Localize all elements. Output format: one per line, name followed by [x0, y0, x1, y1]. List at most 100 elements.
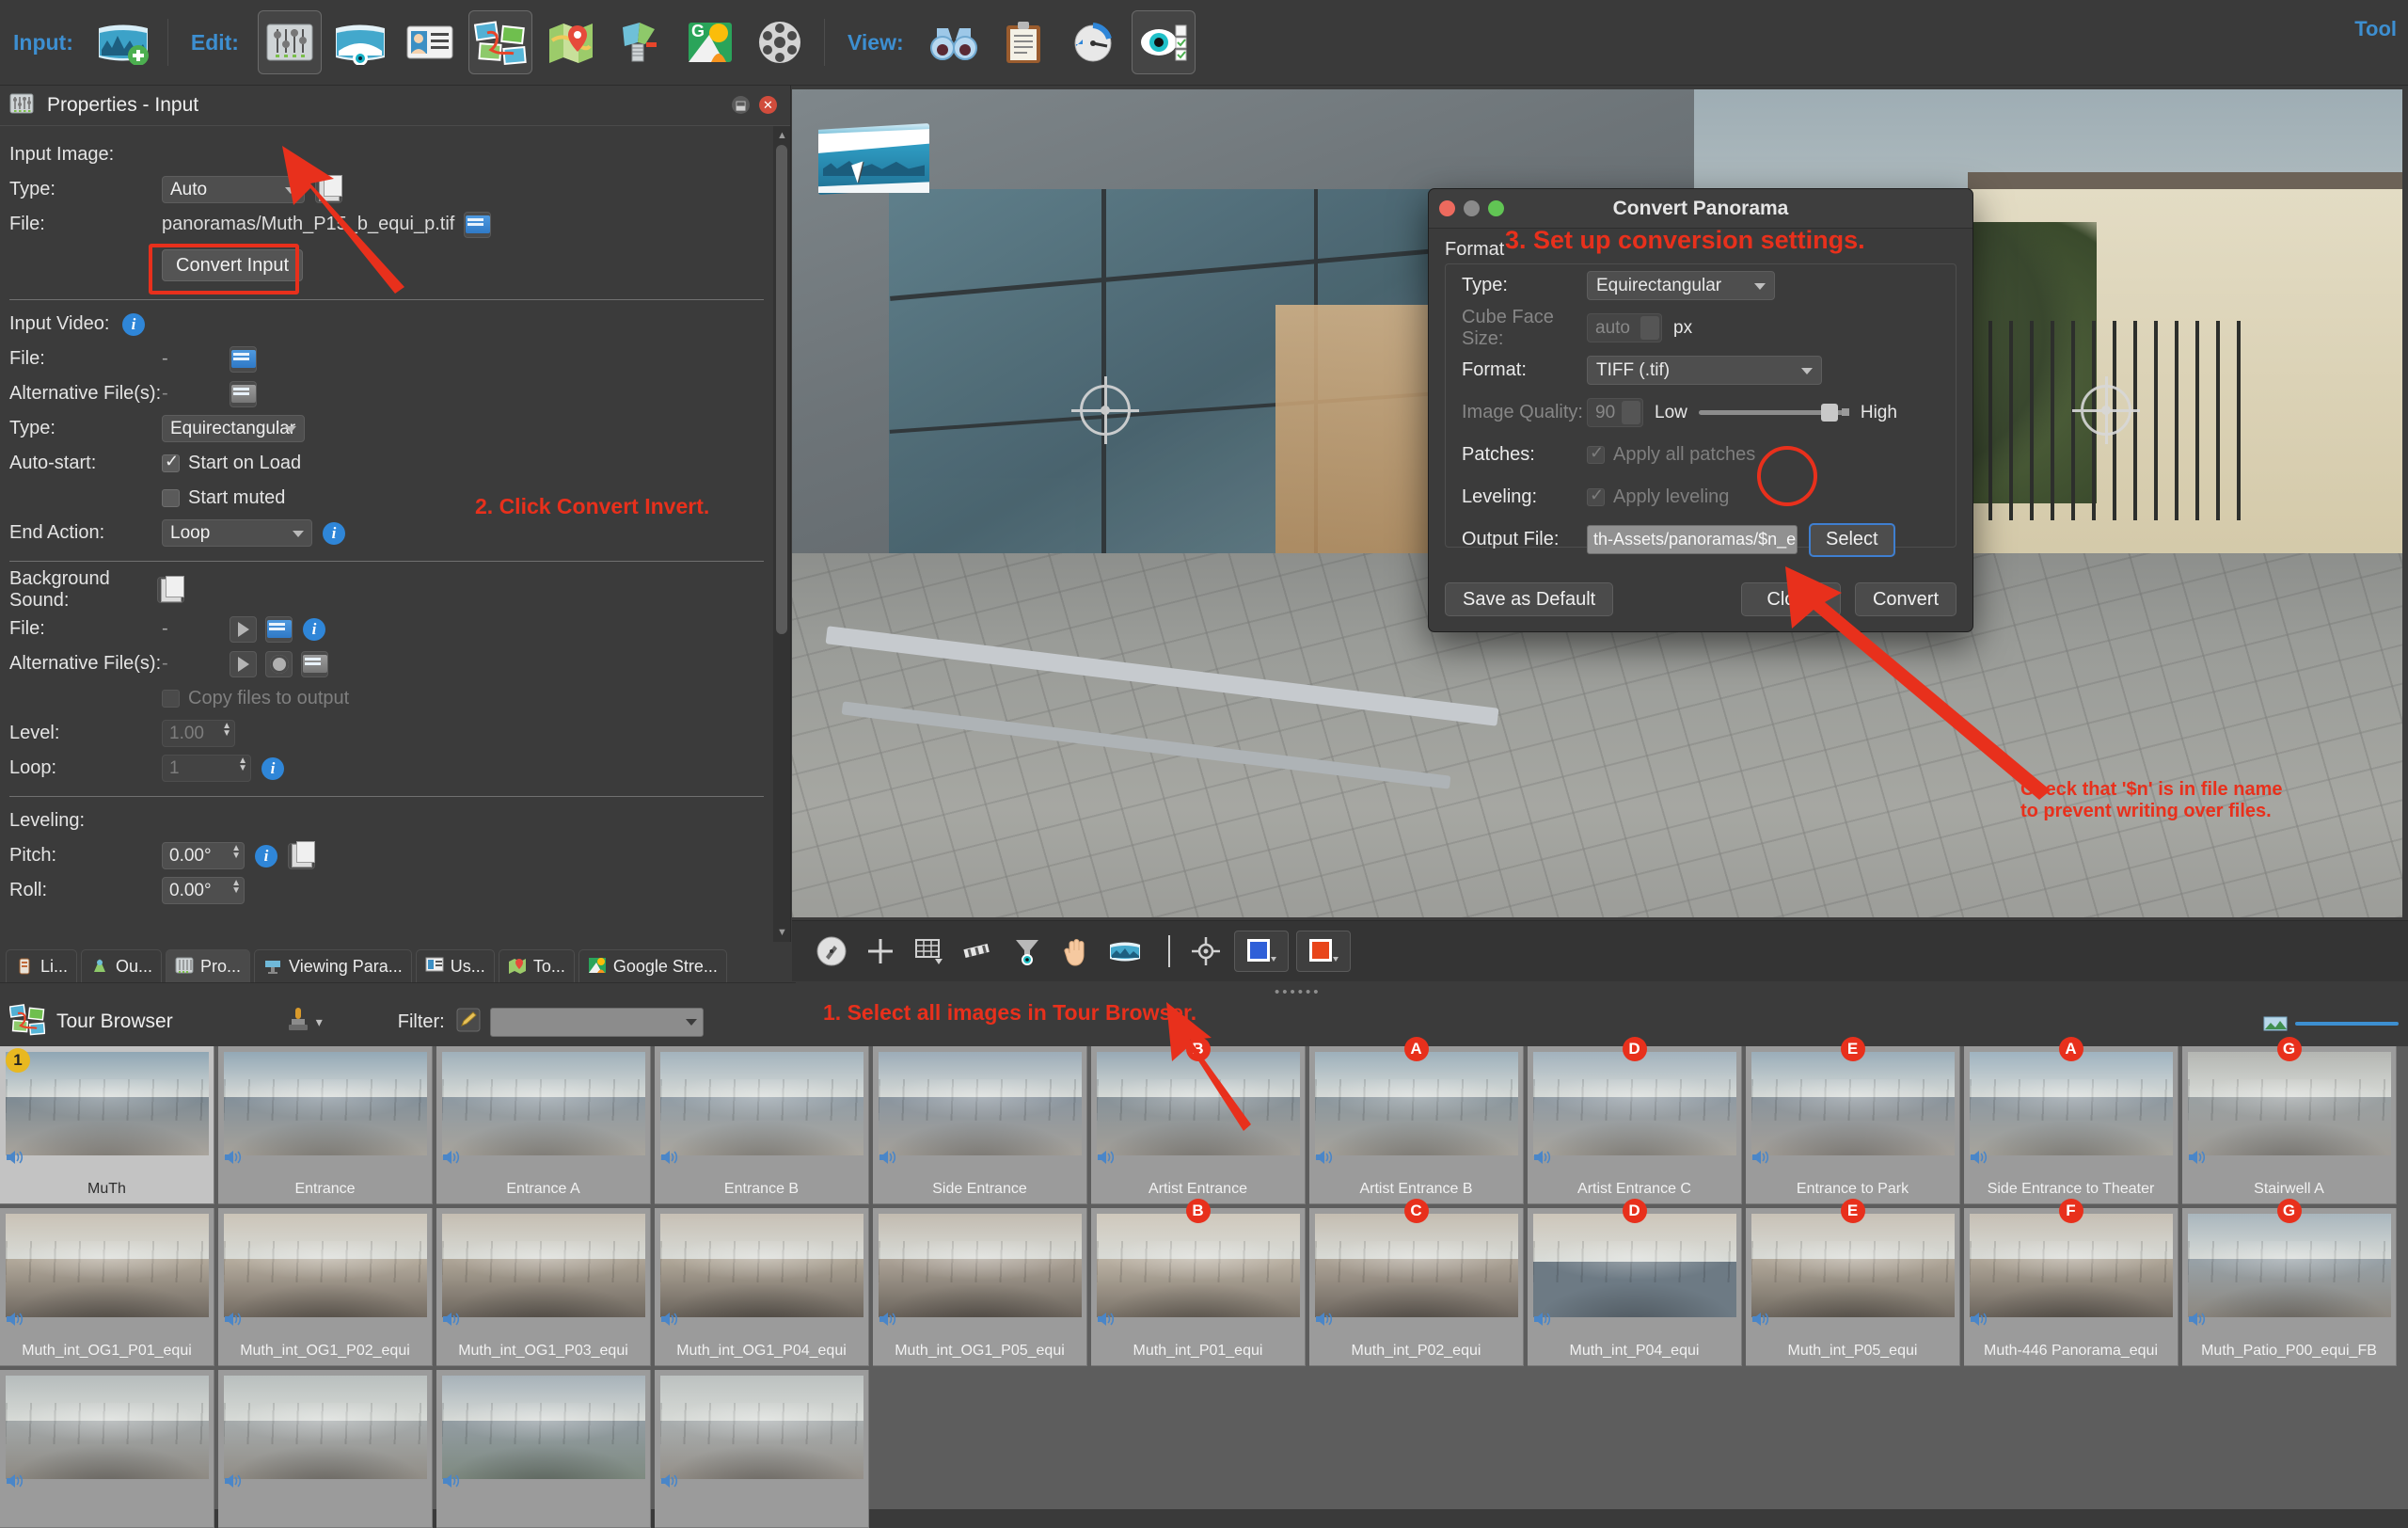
info-icon[interactable]: i [122, 312, 145, 336]
filter-icon[interactable] [1006, 931, 1048, 971]
pitch-copy-icon[interactable] [288, 841, 315, 869]
dialog-format-select[interactable]: TIFF (.tif) [1587, 356, 1822, 385]
zoom-slider-track[interactable] [2295, 1022, 2399, 1026]
pitch-info-icon[interactable]: i [255, 844, 277, 867]
stamp-icon[interactable] [286, 1006, 312, 1039]
end-action-info-icon[interactable]: i [323, 521, 345, 545]
apply-all-patches-checkbox[interactable] [1587, 443, 1605, 464]
select-output-file-button[interactable]: Select [1809, 522, 1895, 557]
save-as-default-button[interactable]: Save as Default [1445, 582, 1614, 616]
tab-limits[interactable]: Li... [6, 949, 78, 982]
model-editor-icon[interactable] [610, 11, 672, 73]
ruler-icon[interactable] [958, 931, 999, 971]
image-quality-slider[interactable] [1698, 404, 1849, 422]
bg-sound-copy-icon[interactable] [157, 575, 184, 603]
blue-color-swatch[interactable] [1234, 931, 1289, 972]
hand-icon[interactable] [1055, 931, 1097, 971]
close-icon[interactable] [1439, 200, 1455, 216]
maximize-icon[interactable] [1488, 200, 1504, 216]
grid-icon[interactable] [909, 931, 950, 971]
video-type-select[interactable]: Equirectangular [162, 415, 305, 442]
tour-browser-item[interactable]: MuTh 1 [0, 1046, 214, 1204]
tab-google-street-view[interactable]: Google Stre... [578, 949, 727, 982]
orange-color-swatch[interactable] [1296, 931, 1351, 972]
crosshair-icon[interactable] [860, 931, 901, 971]
bg-alt-gear-icon[interactable] [265, 650, 293, 677]
tour-browser-item[interactable]: Entrance A [436, 1046, 651, 1204]
bg-alt-play-icon[interactable] [230, 650, 257, 677]
tour-browser-item[interactable]: Stairwell A G [2182, 1037, 2397, 1204]
slider-knob[interactable] [1820, 404, 1838, 422]
tour-browser-item[interactable]: Muth_int_P05_equi E [1746, 1199, 1960, 1366]
tour-browser-item[interactable] [436, 1370, 651, 1528]
filter-input[interactable] [489, 1007, 704, 1037]
clipboard-icon[interactable] [992, 11, 1054, 73]
panorama-editor-icon[interactable] [329, 11, 391, 73]
tour-browser-item[interactable]: Muth_int_P01_equi B [1091, 1199, 1306, 1366]
minimize-icon[interactable] [1464, 200, 1480, 216]
output-file-input[interactable]: th-Assets/panoramas/$n_equi.tif [1587, 525, 1798, 554]
bg-file-folder-icon[interactable] [265, 615, 293, 643]
start-on-load-checkbox[interactable] [162, 452, 180, 472]
binoculars-icon[interactable] [923, 11, 985, 73]
tab-tour[interactable]: To... [498, 949, 575, 982]
media-icon[interactable] [749, 11, 811, 73]
thumbnail-zoom-slider[interactable] [2263, 1014, 2399, 1033]
copy-settings-icon[interactable] [315, 175, 342, 203]
bg-file-play-icon[interactable] [230, 615, 257, 643]
input-type-select[interactable]: Auto [162, 176, 305, 203]
tour-browser-item[interactable]: Muth_int_OG1_P03_equi [436, 1208, 651, 1366]
pencil-icon[interactable] [454, 1006, 483, 1039]
scrollbar-thumb[interactable] [776, 145, 787, 634]
tour-browser-item[interactable]: Muth_Patio_P00_equi_FB G [2182, 1199, 2397, 1366]
apply-leveling-checkbox[interactable] [1587, 485, 1605, 506]
dialog-cube-face-size-stepper[interactable]: auto [1587, 313, 1662, 342]
tour-browser-grid[interactable]: MuTh 1 Entrance Entrance A Entrance B Side En… [0, 1037, 2408, 1528]
convert-button[interactable]: Convert [1854, 582, 1956, 616]
tab-user-data[interactable]: Us... [415, 949, 495, 982]
add-panorama-icon[interactable] [92, 11, 154, 73]
tour-browser-item[interactable] [655, 1370, 869, 1528]
tour-browser-item[interactable]: Artist Entrance B [1091, 1037, 1306, 1204]
start-muted-checkbox[interactable] [162, 489, 180, 507]
properties-icon[interactable] [257, 10, 322, 74]
map-editor-icon[interactable] [540, 11, 602, 73]
level-stepper[interactable]: 1.00 ▲ ▼ [162, 720, 235, 747]
visibility-icon[interactable] [1131, 10, 1196, 74]
tab-properties[interactable]: Pro... [166, 949, 251, 982]
tour-browser-item[interactable]: Side Entrance [873, 1046, 1087, 1204]
tab-viewing-parameters[interactable]: Viewing Para... [254, 949, 412, 982]
end-action-select[interactable]: Loop [162, 519, 312, 547]
tour-browser-item[interactable]: Muth_int_OG1_P01_equi [0, 1208, 214, 1366]
dialog-image-quality-stepper[interactable]: 90 [1587, 398, 1643, 427]
tour-browser-item[interactable]: Muth-446 Panorama_equi F [1964, 1199, 2178, 1366]
browse-folder-icon[interactable] [464, 211, 492, 238]
loop-stepper[interactable]: 1 ▲ ▼ [162, 755, 251, 782]
tour-browser-item[interactable]: Muth_int_P04_equi D [1528, 1199, 1742, 1366]
viewer-crosshair-center[interactable] [1071, 376, 1139, 444]
tour-browser-item[interactable]: Muth_int_OG1_P02_equi [218, 1208, 433, 1366]
tour-browser-item[interactable] [218, 1370, 433, 1528]
scroll-down-arrow-icon[interactable]: ▼ [777, 927, 787, 938]
properties-scrollbar[interactable]: ▲ ▼ [773, 126, 790, 942]
loop-info-icon[interactable]: i [261, 756, 284, 780]
compass-icon[interactable] [1062, 11, 1124, 73]
close-icon[interactable]: ✕ [759, 96, 777, 114]
close-button[interactable]: Close [1741, 582, 1841, 616]
tour-browser-item[interactable]: Muth_int_P02_equi C [1309, 1199, 1524, 1366]
float-icon[interactable]: ⬓ [732, 96, 750, 114]
chevron-down-icon[interactable]: ▾ [316, 1014, 323, 1030]
tour-browser-item[interactable]: Muth_int_OG1_P05_equi [873, 1208, 1087, 1366]
tour-editor-icon[interactable] [467, 10, 532, 74]
video-alt-folder-icon[interactable] [230, 380, 257, 407]
tour-browser-item[interactable]: Side Entrance to Theater A [1964, 1037, 2178, 1204]
bg-alt-folder-icon[interactable] [301, 650, 328, 677]
dialog-type-select[interactable]: Equirectangular [1587, 271, 1775, 300]
tour-browser-item[interactable]: Entrance B [655, 1046, 869, 1204]
viewer-crosshair-right[interactable] [2072, 376, 2140, 444]
tour-browser-item[interactable]: Entrance [218, 1046, 433, 1204]
bg-file-info-icon[interactable]: i [303, 617, 325, 641]
tour-browser-item[interactable] [0, 1370, 214, 1528]
panorama-icon[interactable] [1104, 931, 1146, 971]
google-street-view-icon[interactable]: G [679, 11, 741, 73]
